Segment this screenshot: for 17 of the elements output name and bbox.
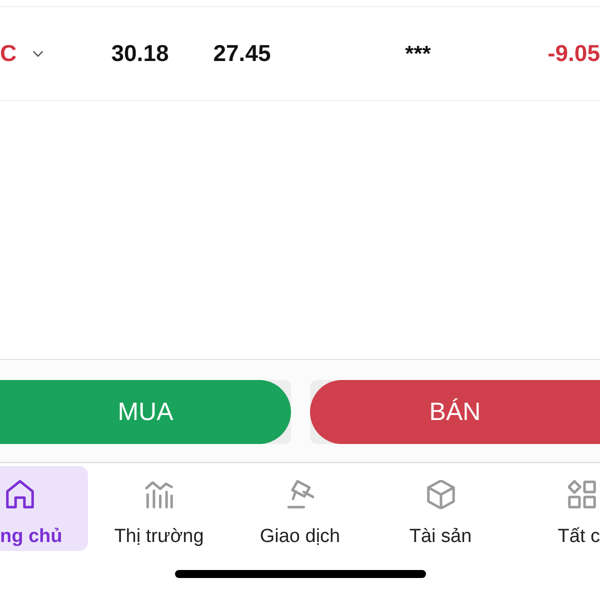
bar-chart-icon — [145, 480, 173, 509]
gavel-icon — [286, 480, 314, 509]
value-text: -9.05 — [548, 40, 600, 67]
symbol-dropdown[interactable]: C — [0, 40, 43, 67]
home-icon — [6, 480, 34, 509]
cube-icon — [426, 480, 454, 509]
value-text: 30.18 — [111, 40, 169, 67]
value-text: *** — [405, 40, 431, 66]
caret-icon — [32, 50, 43, 56]
tab[interactable]: Tất c — [511, 466, 600, 551]
sell-button[interactable]: BÁN — [310, 380, 600, 444]
grid-icon — [568, 480, 596, 509]
value-text: 27.45 — [213, 40, 271, 67]
tab[interactable]: Giao dịch — [230, 466, 370, 551]
tab[interactable]: Thị trường — [88, 466, 230, 551]
tab[interactable]: ng chủ — [0, 466, 88, 551]
tab[interactable]: Tài sản — [370, 466, 511, 551]
